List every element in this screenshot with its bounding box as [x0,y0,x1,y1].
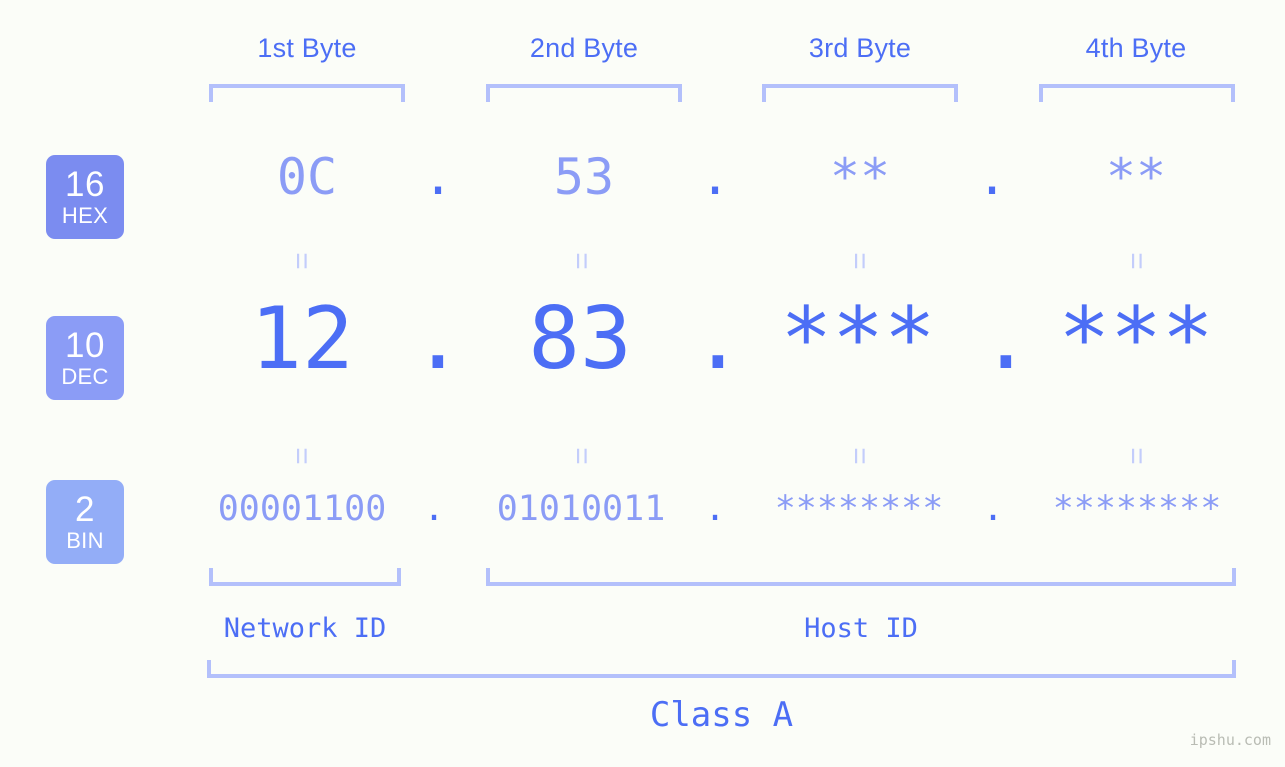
dec-separator-2: . [692,289,744,389]
network-id-bracket [209,568,401,586]
byte-header-label-2: 2nd Byte [529,33,639,63]
ip-byte-breakdown-diagram: 1st Byte 2nd Byte 3rd Byte 4th Byte 16 H… [0,0,1285,767]
radix-badge-hex-name: HEX [61,203,109,228]
site-watermark: ipshu.com [1189,731,1271,749]
equals-mark-hex-dec-2: = [565,252,598,270]
byte-bracket-top-3 [762,84,958,102]
hex-separator-2: . [699,148,731,206]
radix-badge-dec-name: DEC [61,364,109,389]
dec-separator-1: . [412,289,464,389]
bin-byte-2: 01010011 [496,489,666,529]
hex-byte-1: 0C [276,148,338,206]
bin-byte-3: ******** [774,489,944,529]
equals-mark-dec-bin-2: = [565,447,598,465]
bin-separator-1: . [423,489,445,529]
dec-separator-3: . [980,289,1032,389]
bin-byte-4: ******** [1052,489,1222,529]
byte-header-label-4: 4th Byte [1085,33,1187,63]
radix-badge-bin-number: 2 [75,490,95,529]
radix-badge-dec: 10 DEC [46,316,124,400]
radix-badge-bin-name: BIN [66,528,104,553]
host-id-caption: Host ID [804,613,918,644]
hex-separator-1: . [422,148,454,206]
equals-mark-dec-bin-1: = [285,447,318,465]
radix-badge-bin: 2 BIN [46,480,124,564]
dec-byte-1: 12 [250,289,354,389]
network-id-caption: Network ID [223,613,387,644]
byte-header-label-1: 1st Byte [257,33,357,63]
byte-bracket-top-1 [209,84,405,102]
equals-mark-hex-dec-4: = [1120,252,1153,270]
equals-mark-dec-bin-4: = [1120,447,1153,465]
address-class-bracket [207,660,1236,678]
equals-mark-dec-bin-3: = [843,447,876,465]
equals-mark-hex-dec-1: = [285,252,318,270]
radix-badge-dec-number: 10 [65,326,105,365]
dec-byte-4: *** [1058,289,1214,389]
dec-byte-2: 83 [528,289,632,389]
bin-separator-2: . [704,489,726,529]
byte-bracket-top-4 [1039,84,1235,102]
byte-header-label-3: 3rd Byte [808,33,912,63]
byte-bracket-top-2 [486,84,682,102]
hex-separator-3: . [976,148,1008,206]
radix-badge-hex-number: 16 [65,165,105,204]
address-class-caption: Class A [649,695,794,735]
radix-badge-hex: 16 HEX [46,155,124,239]
hex-byte-3: ** [829,148,891,206]
hex-byte-2: 53 [553,148,615,206]
hex-byte-4: ** [1105,148,1167,206]
host-id-bracket [486,568,1236,586]
dec-byte-3: *** [780,289,936,389]
bin-byte-1: 00001100 [217,489,387,529]
bin-separator-3: . [982,489,1004,529]
equals-mark-hex-dec-3: = [843,252,876,270]
